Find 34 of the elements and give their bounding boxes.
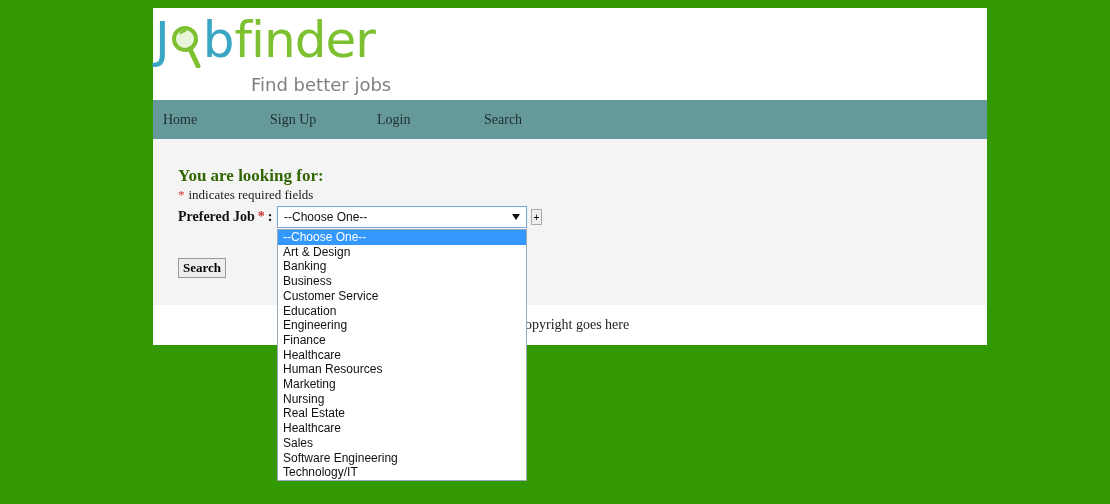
dropdown-option[interactable]: Software Engineering — [278, 450, 526, 466]
nav-link[interactable]: Home — [163, 111, 270, 128]
dropdown-option[interactable]: Technology/IT — [278, 465, 526, 480]
dropdown-option[interactable]: Healthcare — [278, 421, 526, 436]
field-colon: : — [267, 209, 273, 225]
nav-link[interactable]: Search — [484, 111, 591, 128]
dropdown-option[interactable]: Education — [278, 303, 526, 319]
dropdown-option[interactable]: Finance — [278, 332, 526, 348]
dropdown-option[interactable]: Banking — [278, 259, 526, 275]
tagline: Find better jobs — [251, 74, 393, 95]
footer-text: opyright goes here — [525, 317, 630, 333]
dropdown-option[interactable]: Business — [278, 274, 526, 289]
dropdown-option[interactable]: Sales — [278, 435, 526, 451]
job-select[interactable]: --Choose One-- — [277, 206, 527, 228]
nav-link[interactable]: Sign Up — [270, 111, 377, 128]
dropdown-option[interactable]: Real Estate — [278, 406, 526, 422]
required-label: * — [178, 187, 185, 203]
caret-icon — [512, 214, 520, 220]
dropdown-option[interactable]: Human Resources — [278, 362, 526, 378]
add-button[interactable]: + — [531, 209, 542, 225]
dropdown-option[interactable]: Nursing — [278, 391, 526, 407]
logo-text: b — [202, 12, 234, 68]
logo-text: finder — [234, 12, 375, 68]
field-label: Prefered Job — [178, 209, 255, 225]
dropdown-option[interactable]: Art & Design — [278, 244, 526, 260]
dropdown-option[interactable]: Customer Service — [278, 288, 526, 304]
dropdown-option[interactable]: Engineering — [278, 318, 526, 333]
nav-link[interactable]: Login — [377, 111, 484, 128]
dropdown-option[interactable]: Marketing — [278, 377, 526, 392]
form-heading: You are looking for: — [178, 166, 325, 186]
dropdown-option[interactable]: Healthcare — [278, 347, 526, 363]
search-button[interactable]: Search — [178, 258, 227, 278]
required-note: indicates required fields — [188, 187, 314, 203]
required-label: * — [257, 209, 265, 225]
